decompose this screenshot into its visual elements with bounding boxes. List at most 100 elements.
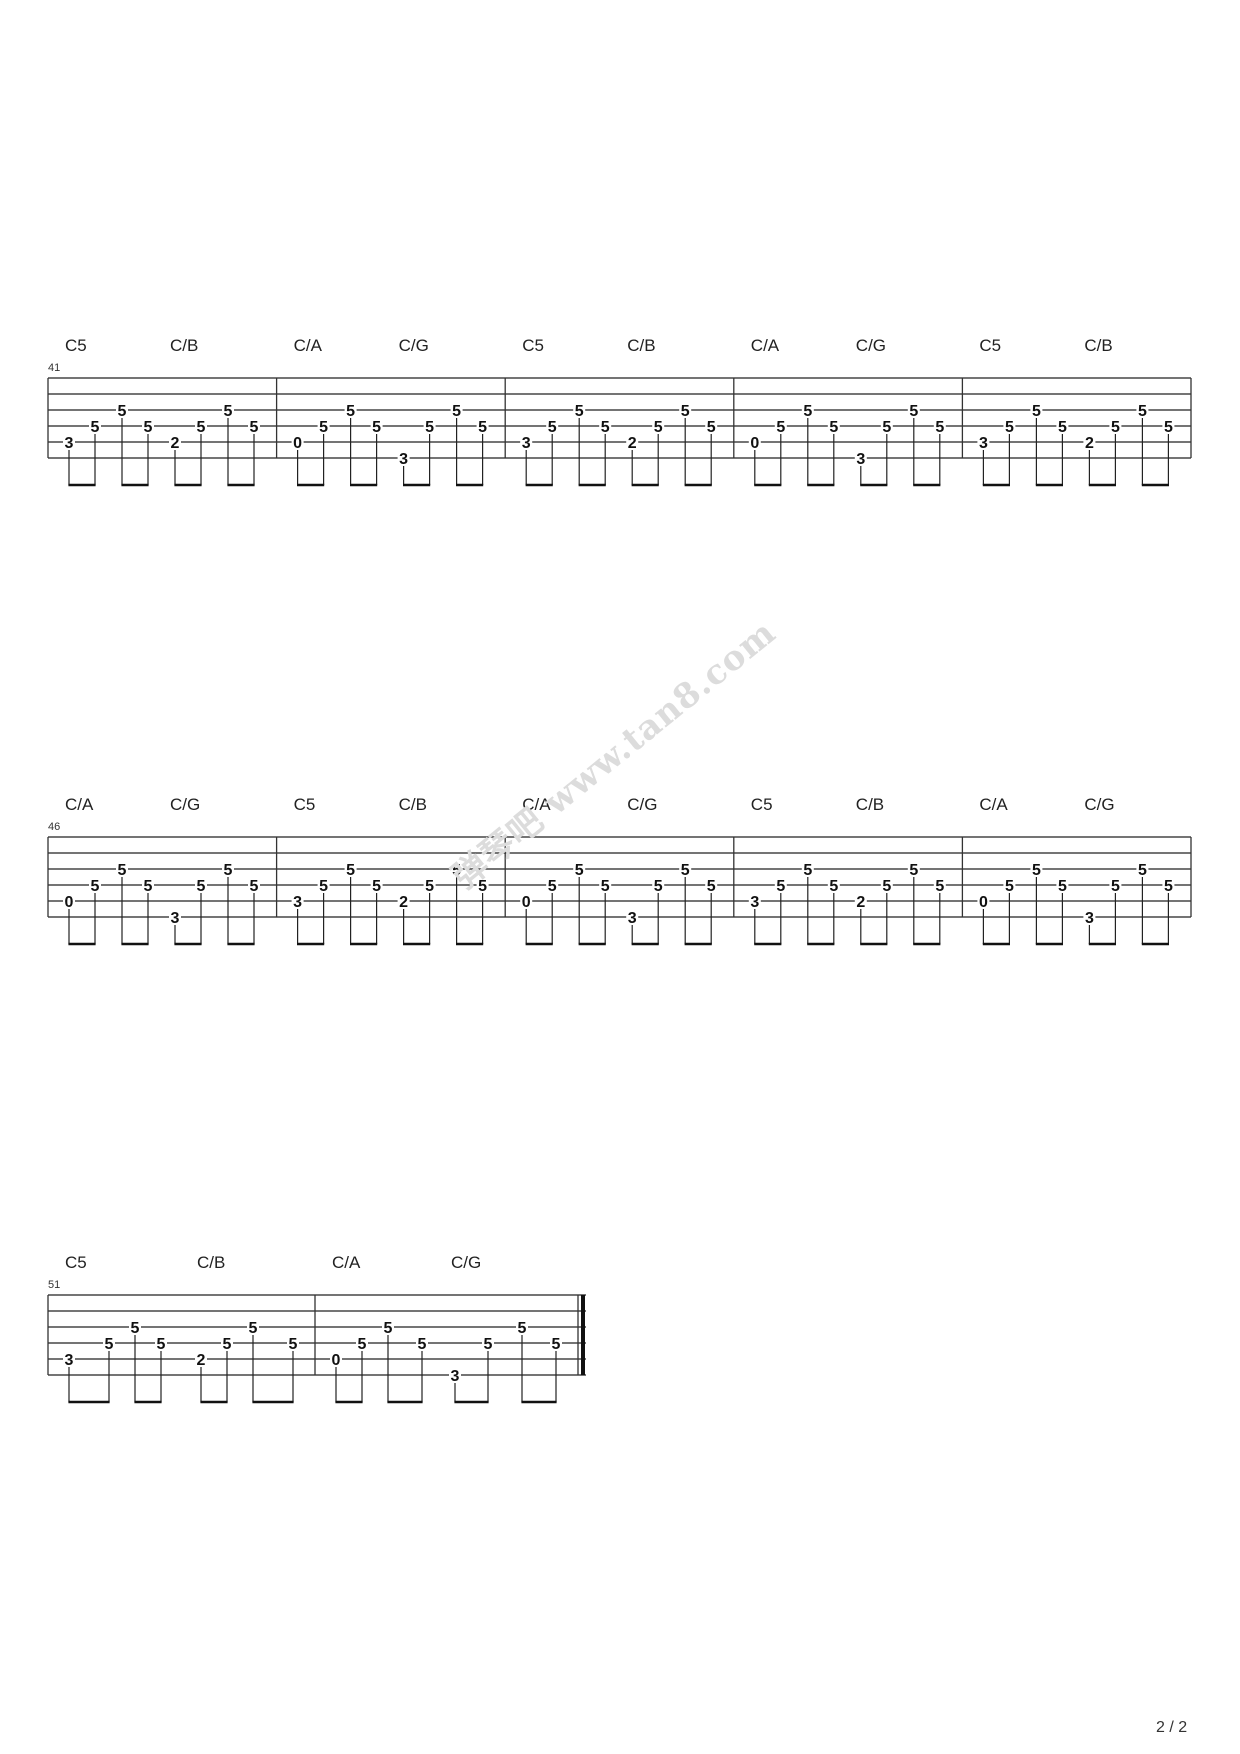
chord-label: C/A	[979, 795, 1008, 814]
fret-number: 5	[1138, 862, 1147, 879]
fret-number: 5	[224, 403, 233, 420]
fret-number: 5	[224, 862, 233, 879]
fret-number: 3	[1085, 910, 1094, 927]
fret-number: 5	[372, 878, 381, 895]
fret-number: 5	[707, 419, 716, 436]
fret-number: 5	[803, 403, 812, 420]
fret-number: 5	[118, 862, 127, 879]
fret-number: 5	[197, 419, 206, 436]
fret-number: 5	[548, 419, 557, 436]
fret-number: 3	[65, 435, 74, 452]
chord-label: C/G	[1084, 795, 1114, 814]
fret-number: 5	[91, 419, 100, 436]
fret-number: 5	[1032, 403, 1041, 420]
fret-number: 5	[478, 419, 487, 436]
fret-number: 2	[628, 435, 637, 452]
fret-number: 5	[1058, 419, 1067, 436]
fret-number: 3	[451, 1368, 460, 1385]
chord-label: C5	[522, 336, 544, 355]
chord-label: C/A	[65, 795, 94, 814]
fret-number: 5	[289, 1336, 298, 1353]
fret-number: 5	[91, 878, 100, 895]
fret-number: 5	[105, 1336, 114, 1353]
fret-number: 5	[1058, 878, 1067, 895]
tab-system: 41C5 C/B35552555C/A C/G05553555C5 C/B355525…	[47, 336, 1192, 487]
fret-number: 5	[452, 403, 461, 420]
fret-number: 5	[909, 403, 918, 420]
fret-number: 5	[425, 878, 434, 895]
fret-number: 5	[1138, 403, 1147, 420]
fret-number: 5	[384, 1320, 393, 1337]
chord-label: C/B	[627, 336, 655, 355]
fret-number: 5	[478, 878, 487, 895]
fret-number: 2	[171, 435, 180, 452]
chord-label: C/B	[856, 795, 884, 814]
fret-number: 5	[601, 878, 610, 895]
chord-label: C/G	[170, 795, 200, 814]
fret-number: 5	[654, 878, 663, 895]
fret-number: 5	[935, 878, 944, 895]
measure-number: 51	[48, 1279, 60, 1291]
fret-number: 0	[750, 435, 759, 452]
fret-number: 0	[293, 435, 302, 452]
fret-number: 3	[171, 910, 180, 927]
fret-number: 3	[979, 435, 988, 452]
chord-label: C/B	[1084, 336, 1112, 355]
fret-number: 5	[829, 419, 838, 436]
fret-number: 5	[1111, 419, 1120, 436]
fret-number: 5	[681, 403, 690, 420]
fret-number: 5	[601, 419, 610, 436]
chord-label: C/A	[294, 336, 323, 355]
chord-label: C/B	[170, 336, 198, 355]
measure-number: 41	[48, 362, 60, 374]
fret-number: 5	[776, 419, 785, 436]
fret-number: 0	[522, 894, 531, 911]
fret-number: 5	[452, 862, 461, 879]
fret-number: 5	[484, 1336, 493, 1353]
fret-number: 0	[332, 1352, 341, 1369]
fret-number: 5	[654, 419, 663, 436]
chord-label: C5	[751, 795, 773, 814]
fret-number: 5	[707, 878, 716, 895]
fret-number: 3	[293, 894, 302, 911]
fret-number: 5	[197, 878, 206, 895]
chord-label: C/B	[399, 795, 427, 814]
chord-label: C/G	[451, 1253, 481, 1272]
fret-number: 5	[882, 419, 891, 436]
fret-number: 5	[1005, 419, 1014, 436]
fret-number: 3	[856, 451, 865, 468]
fret-number: 5	[144, 419, 153, 436]
fret-number: 0	[65, 894, 74, 911]
fret-number: 5	[776, 878, 785, 895]
fret-number: 5	[223, 1336, 232, 1353]
fret-number: 5	[319, 878, 328, 895]
fret-number: 5	[552, 1336, 561, 1353]
final-barline-thick	[581, 1295, 585, 1375]
chord-label: C/G	[627, 795, 657, 814]
fret-number: 5	[829, 878, 838, 895]
page-indicator: 2 / 2	[1156, 1719, 1188, 1736]
fret-number: 5	[249, 1320, 258, 1337]
tab-system: 51C5 C/B35552555C/A C/G05553555	[47, 1253, 586, 1404]
fret-number: 5	[935, 419, 944, 436]
chord-label: C/A	[522, 795, 551, 814]
chord-label: C5	[294, 795, 316, 814]
chord-label: C5	[979, 336, 1001, 355]
fret-number: 5	[319, 419, 328, 436]
fret-number: 0	[979, 894, 988, 911]
chord-label: C/B	[197, 1253, 225, 1272]
fret-number: 3	[399, 451, 408, 468]
fret-number: 5	[575, 403, 584, 420]
fret-number: 5	[681, 862, 690, 879]
fret-number: 5	[372, 419, 381, 436]
fret-number: 5	[575, 862, 584, 879]
fret-number: 5	[346, 862, 355, 879]
tablature-page: 41C5 C/B35552555C/A C/G05553555C5 C/B355525…	[47, 336, 1192, 1404]
fret-number: 5	[909, 862, 918, 879]
chord-label: C/A	[751, 336, 780, 355]
fret-number: 5	[425, 419, 434, 436]
chord-label: C5	[65, 1253, 87, 1272]
fret-number: 5	[518, 1320, 527, 1337]
fret-number: 2	[856, 894, 865, 911]
fret-number: 5	[346, 403, 355, 420]
